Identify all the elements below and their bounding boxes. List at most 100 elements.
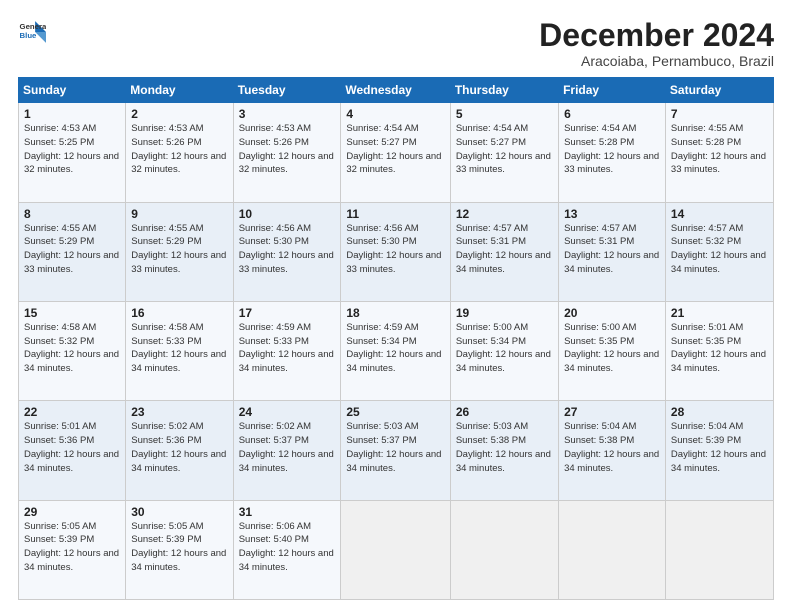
calendar-cell xyxy=(665,500,773,599)
col-monday: Monday xyxy=(126,78,233,103)
calendar-cell: 15 Sunrise: 4:58 AMSunset: 5:32 PMDaylig… xyxy=(19,301,126,400)
day-number: 13 xyxy=(564,207,660,221)
day-number: 31 xyxy=(239,505,336,519)
day-info: Sunrise: 4:57 AMSunset: 5:31 PMDaylight:… xyxy=(564,223,659,275)
day-number: 17 xyxy=(239,306,336,320)
calendar-week-row: 15 Sunrise: 4:58 AMSunset: 5:32 PMDaylig… xyxy=(19,301,774,400)
calendar-cell: 6 Sunrise: 4:54 AMSunset: 5:28 PMDayligh… xyxy=(559,103,666,202)
day-info: Sunrise: 4:59 AMSunset: 5:34 PMDaylight:… xyxy=(346,322,441,374)
col-sunday: Sunday xyxy=(19,78,126,103)
day-number: 11 xyxy=(346,207,444,221)
calendar-header-row: Sunday Monday Tuesday Wednesday Thursday… xyxy=(19,78,774,103)
day-info: Sunrise: 4:57 AMSunset: 5:32 PMDaylight:… xyxy=(671,223,766,275)
day-info: Sunrise: 5:02 AMSunset: 5:37 PMDaylight:… xyxy=(239,421,334,473)
header: General Blue December 2024 Aracoiaba, Pe… xyxy=(18,18,774,69)
day-info: Sunrise: 5:03 AMSunset: 5:37 PMDaylight:… xyxy=(346,421,441,473)
calendar-cell xyxy=(450,500,558,599)
day-number: 15 xyxy=(24,306,120,320)
day-info: Sunrise: 4:54 AMSunset: 5:27 PMDaylight:… xyxy=(346,123,441,175)
logo-icon: General Blue xyxy=(18,18,46,46)
calendar-cell: 10 Sunrise: 4:56 AMSunset: 5:30 PMDaylig… xyxy=(233,202,341,301)
day-info: Sunrise: 5:00 AMSunset: 5:34 PMDaylight:… xyxy=(456,322,551,374)
calendar-cell: 31 Sunrise: 5:06 AMSunset: 5:40 PMDaylig… xyxy=(233,500,341,599)
calendar-cell: 3 Sunrise: 4:53 AMSunset: 5:26 PMDayligh… xyxy=(233,103,341,202)
calendar-cell: 20 Sunrise: 5:00 AMSunset: 5:35 PMDaylig… xyxy=(559,301,666,400)
col-tuesday: Tuesday xyxy=(233,78,341,103)
day-number: 22 xyxy=(24,405,120,419)
day-number: 19 xyxy=(456,306,553,320)
day-number: 8 xyxy=(24,207,120,221)
day-number: 16 xyxy=(131,306,227,320)
calendar-cell: 8 Sunrise: 4:55 AMSunset: 5:29 PMDayligh… xyxy=(19,202,126,301)
day-info: Sunrise: 4:54 AMSunset: 5:27 PMDaylight:… xyxy=(456,123,551,175)
calendar-week-row: 8 Sunrise: 4:55 AMSunset: 5:29 PMDayligh… xyxy=(19,202,774,301)
day-info: Sunrise: 5:04 AMSunset: 5:38 PMDaylight:… xyxy=(564,421,659,473)
day-info: Sunrise: 5:06 AMSunset: 5:40 PMDaylight:… xyxy=(239,521,334,573)
day-number: 26 xyxy=(456,405,553,419)
day-info: Sunrise: 4:55 AMSunset: 5:28 PMDaylight:… xyxy=(671,123,766,175)
day-info: Sunrise: 5:01 AMSunset: 5:36 PMDaylight:… xyxy=(24,421,119,473)
day-number: 30 xyxy=(131,505,227,519)
calendar-cell: 2 Sunrise: 4:53 AMSunset: 5:26 PMDayligh… xyxy=(126,103,233,202)
day-info: Sunrise: 4:53 AMSunset: 5:26 PMDaylight:… xyxy=(131,123,226,175)
logo: General Blue xyxy=(18,18,46,46)
day-number: 7 xyxy=(671,107,768,121)
day-info: Sunrise: 4:55 AMSunset: 5:29 PMDaylight:… xyxy=(24,223,119,275)
day-number: 25 xyxy=(346,405,444,419)
calendar-cell: 28 Sunrise: 5:04 AMSunset: 5:39 PMDaylig… xyxy=(665,401,773,500)
day-info: Sunrise: 4:53 AMSunset: 5:25 PMDaylight:… xyxy=(24,123,119,175)
day-number: 29 xyxy=(24,505,120,519)
col-wednesday: Wednesday xyxy=(341,78,450,103)
day-info: Sunrise: 4:56 AMSunset: 5:30 PMDaylight:… xyxy=(239,223,334,275)
day-number: 4 xyxy=(346,107,444,121)
calendar-cell: 5 Sunrise: 4:54 AMSunset: 5:27 PMDayligh… xyxy=(450,103,558,202)
day-number: 20 xyxy=(564,306,660,320)
main-title: December 2024 xyxy=(539,18,774,53)
calendar-cell: 12 Sunrise: 4:57 AMSunset: 5:31 PMDaylig… xyxy=(450,202,558,301)
day-number: 24 xyxy=(239,405,336,419)
day-info: Sunrise: 4:56 AMSunset: 5:30 PMDaylight:… xyxy=(346,223,441,275)
col-friday: Friday xyxy=(559,78,666,103)
calendar-week-row: 29 Sunrise: 5:05 AMSunset: 5:39 PMDaylig… xyxy=(19,500,774,599)
calendar-cell: 27 Sunrise: 5:04 AMSunset: 5:38 PMDaylig… xyxy=(559,401,666,500)
day-number: 3 xyxy=(239,107,336,121)
calendar-cell xyxy=(559,500,666,599)
calendar-cell: 18 Sunrise: 4:59 AMSunset: 5:34 PMDaylig… xyxy=(341,301,450,400)
calendar-cell: 9 Sunrise: 4:55 AMSunset: 5:29 PMDayligh… xyxy=(126,202,233,301)
day-number: 21 xyxy=(671,306,768,320)
calendar-cell: 1 Sunrise: 4:53 AMSunset: 5:25 PMDayligh… xyxy=(19,103,126,202)
calendar-cell: 16 Sunrise: 4:58 AMSunset: 5:33 PMDaylig… xyxy=(126,301,233,400)
day-info: Sunrise: 4:54 AMSunset: 5:28 PMDaylight:… xyxy=(564,123,659,175)
day-number: 6 xyxy=(564,107,660,121)
calendar-cell: 7 Sunrise: 4:55 AMSunset: 5:28 PMDayligh… xyxy=(665,103,773,202)
calendar-cell: 30 Sunrise: 5:05 AMSunset: 5:39 PMDaylig… xyxy=(126,500,233,599)
svg-text:Blue: Blue xyxy=(20,31,38,40)
day-info: Sunrise: 5:00 AMSunset: 5:35 PMDaylight:… xyxy=(564,322,659,374)
page: General Blue December 2024 Aracoiaba, Pe… xyxy=(0,0,792,612)
day-info: Sunrise: 4:57 AMSunset: 5:31 PMDaylight:… xyxy=(456,223,551,275)
day-info: Sunrise: 5:04 AMSunset: 5:39 PMDaylight:… xyxy=(671,421,766,473)
calendar-cell: 14 Sunrise: 4:57 AMSunset: 5:32 PMDaylig… xyxy=(665,202,773,301)
calendar-cell: 26 Sunrise: 5:03 AMSunset: 5:38 PMDaylig… xyxy=(450,401,558,500)
calendar-week-row: 22 Sunrise: 5:01 AMSunset: 5:36 PMDaylig… xyxy=(19,401,774,500)
calendar-cell: 11 Sunrise: 4:56 AMSunset: 5:30 PMDaylig… xyxy=(341,202,450,301)
day-info: Sunrise: 4:59 AMSunset: 5:33 PMDaylight:… xyxy=(239,322,334,374)
day-info: Sunrise: 4:55 AMSunset: 5:29 PMDaylight:… xyxy=(131,223,226,275)
day-info: Sunrise: 5:03 AMSunset: 5:38 PMDaylight:… xyxy=(456,421,551,473)
day-number: 27 xyxy=(564,405,660,419)
day-number: 18 xyxy=(346,306,444,320)
day-info: Sunrise: 5:02 AMSunset: 5:36 PMDaylight:… xyxy=(131,421,226,473)
day-info: Sunrise: 5:05 AMSunset: 5:39 PMDaylight:… xyxy=(131,521,226,573)
calendar-cell: 4 Sunrise: 4:54 AMSunset: 5:27 PMDayligh… xyxy=(341,103,450,202)
calendar-cell: 19 Sunrise: 5:00 AMSunset: 5:34 PMDaylig… xyxy=(450,301,558,400)
day-number: 12 xyxy=(456,207,553,221)
calendar-cell: 23 Sunrise: 5:02 AMSunset: 5:36 PMDaylig… xyxy=(126,401,233,500)
subtitle: Aracoiaba, Pernambuco, Brazil xyxy=(539,53,774,69)
day-info: Sunrise: 4:58 AMSunset: 5:33 PMDaylight:… xyxy=(131,322,226,374)
day-number: 2 xyxy=(131,107,227,121)
calendar-cell: 17 Sunrise: 4:59 AMSunset: 5:33 PMDaylig… xyxy=(233,301,341,400)
col-saturday: Saturday xyxy=(665,78,773,103)
title-block: December 2024 Aracoiaba, Pernambuco, Bra… xyxy=(539,18,774,69)
calendar-table: Sunday Monday Tuesday Wednesday Thursday… xyxy=(18,77,774,600)
calendar-cell: 21 Sunrise: 5:01 AMSunset: 5:35 PMDaylig… xyxy=(665,301,773,400)
